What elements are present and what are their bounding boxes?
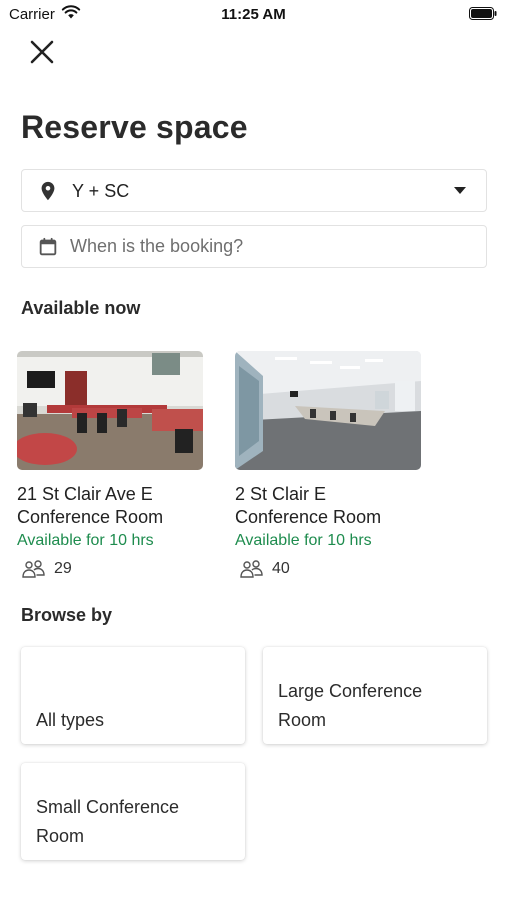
browse-large-conference-room[interactable]: Large Conference Room [263,647,487,744]
location-select[interactable]: Y + SC [21,169,487,212]
room-name-line1: 21 St Clair Ave E [17,484,153,504]
capacity: 29 [17,559,207,579]
available-now-heading: Available now [21,298,141,318]
location-pin-icon [41,181,55,201]
room-name: 21 St Clair Ave E Conference Room [17,483,217,529]
room-card[interactable]: 21 St Clair Ave E Conference Room Availa… [17,351,207,579]
room-card[interactable]: 2 St Clair E Conference Room Available f… [235,351,425,579]
room-photo [235,351,421,470]
status-time: 11:25 AM [221,6,286,23]
room-name-line2: Conference Room [17,507,164,527]
page-title: Reserve space [21,109,248,145]
availability-label: Available for 10 hrs [235,532,372,549]
capacity: 40 [235,559,425,579]
location-value: Y + SC [72,181,130,201]
room-name: 2 St Clair E Conference Room [235,483,435,529]
room-name-line1: 2 St Clair E [235,484,327,504]
people-icon [22,560,45,578]
room-name-line2: Conference Room [235,507,382,527]
status-bar: Carrier 11:25 AM [0,0,507,28]
capacity-value: 29 [54,560,72,577]
availability-label: Available for 10 hrs [17,532,154,549]
browse-small-conference-room[interactable]: Small Conference Room [21,763,245,860]
caret-down-icon [454,187,466,194]
capacity-value: 40 [272,560,290,577]
calendar-icon [39,237,57,256]
close-button[interactable] [26,36,58,68]
browse-by-heading: Browse by [21,605,113,625]
browse-all-types[interactable]: All types [21,647,245,744]
battery-icon [469,7,497,20]
people-icon [240,560,263,578]
close-icon [30,40,54,64]
browse-card-label: Small Conference Room [36,797,180,846]
booking-date-input[interactable] [70,227,470,266]
browse-card-label: All types [36,710,105,730]
browse-card-label: Large Conference Room [278,681,423,730]
room-photo [17,351,203,470]
booking-date-field[interactable] [21,225,487,268]
